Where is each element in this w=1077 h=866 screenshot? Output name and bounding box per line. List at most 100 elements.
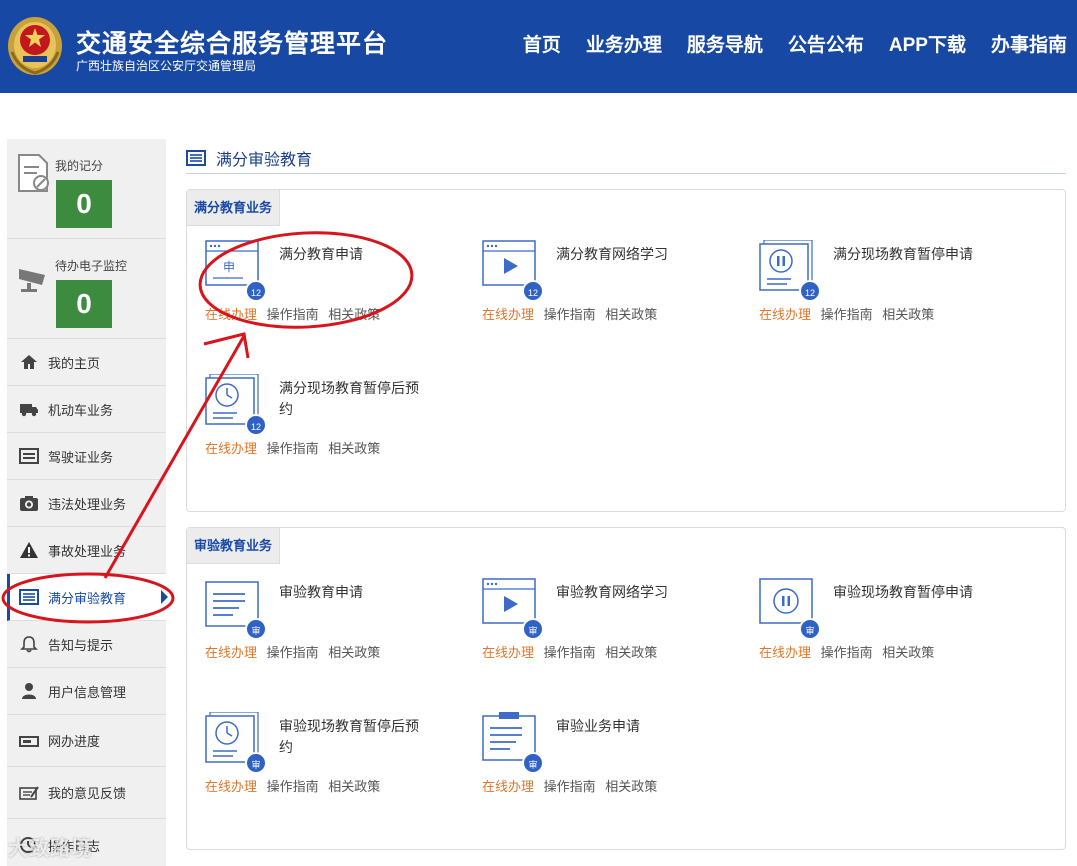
card-title[interactable]: 满分现场教育暂停后预约 — [279, 378, 429, 420]
sidebar-item-accident[interactable]: 事故处理业务 — [7, 527, 166, 574]
sidebar-item-user-info[interactable]: 用户信息管理 — [7, 668, 166, 715]
service-card[interactable]: 审 审验教育申请 在线办理 操作指南 相关政策 — [187, 578, 447, 668]
related-policy-link[interactable]: 相关政策 — [328, 779, 380, 794]
nav-procedure-guide[interactable]: 办事指南 — [991, 30, 1067, 57]
sidebar-item-label: 网办进度 — [48, 734, 101, 749]
card-title[interactable]: 审验业务申请 — [556, 716, 706, 737]
audit-badge: 审 — [245, 618, 267, 640]
warning-icon — [20, 542, 38, 558]
list-icon — [19, 589, 39, 605]
sidebar-item-label: 事故处理业务 — [48, 543, 127, 559]
card-title[interactable]: 满分教育网络学习 — [556, 244, 706, 265]
operation-guide-link[interactable]: 操作指南 — [267, 441, 319, 456]
audit-badge: 审 — [522, 618, 544, 640]
sidebar-item-home[interactable]: 我的主页 — [7, 339, 166, 386]
pending-monitor-widget[interactable]: 待办电子监控 0 — [7, 239, 166, 339]
service-card[interactable]: 审 审验教育网络学习 在线办理 操作指南 相关政策 — [464, 578, 724, 668]
online-handle-link[interactable]: 在线办理 — [759, 645, 811, 660]
score-document-icon — [18, 154, 49, 192]
sidebar-item-vehicle[interactable]: 机动车业务 — [7, 386, 166, 433]
online-handle-link[interactable]: 在线办理 — [205, 645, 257, 660]
card-links: 在线办理 操作指南 相关政策 — [205, 304, 386, 323]
top-header: 交通安全综合服务管理平台 广西壮族自治区公安厅交通管理局 首页 业务办理 服务导… — [0, 0, 1077, 93]
online-handle-link[interactable]: 在线办理 — [482, 307, 534, 322]
related-policy-link[interactable]: 相关政策 — [605, 307, 657, 322]
online-handle-link[interactable]: 在线办理 — [759, 307, 811, 322]
related-policy-link[interactable]: 相关政策 — [328, 441, 380, 456]
video-icon: 12 — [482, 240, 544, 302]
card-title[interactable]: 审验教育申请 — [279, 582, 429, 603]
card-links: 在线办理 操作指南 相关政策 — [482, 776, 663, 795]
card-icon — [19, 448, 39, 464]
nav-announcements[interactable]: 公告公布 — [788, 30, 864, 57]
operation-guide-link[interactable]: 操作指南 — [544, 645, 596, 660]
online-handle-link[interactable]: 在线办理 — [482, 645, 534, 660]
sidebar-item-label: 机动车业务 — [48, 402, 114, 418]
card-title[interactable]: 满分现场教育暂停申请 — [833, 244, 983, 265]
sidebar-item-label: 我的意见反馈 — [48, 786, 127, 801]
badge-12: 12 — [799, 280, 821, 302]
operation-guide-link[interactable]: 操作指南 — [821, 645, 873, 660]
panel-title: 满分教育业务 — [187, 190, 281, 226]
card-links: 在线办理 操作指南 相关政策 — [205, 776, 386, 795]
service-card[interactable]: 12 满分教育网络学习 在线办理 操作指南 相关政策 — [464, 240, 724, 330]
sidebar-item-full-score-education[interactable]: 满分审验教育 — [7, 574, 168, 621]
service-card[interactable]: 审 审验现场教育暂停申请 在线办理 操作指南 相关政策 — [741, 578, 1001, 668]
sidebar-item-label: 驾驶证业务 — [48, 449, 114, 465]
clipboard-icon: 审 — [482, 712, 544, 774]
nav-home[interactable]: 首页 — [523, 30, 561, 57]
card-links: 在线办理 操作指南 相关政策 — [759, 642, 940, 661]
related-policy-link[interactable]: 相关政策 — [328, 307, 380, 322]
service-card[interactable]: 12 满分现场教育暂停后预约 在线办理 操作指南 相关政策 — [187, 373, 447, 464]
document-icon: 审 — [205, 578, 267, 640]
card-title[interactable]: 审验教育网络学习 — [556, 582, 706, 603]
surveillance-camera-icon — [19, 269, 45, 292]
card-title[interactable]: 审验现场教育暂停申请 — [833, 582, 983, 603]
online-handle-link[interactable]: 在线办理 — [205, 441, 257, 456]
service-card[interactable]: 12 满分现场教育暂停申请 在线办理 操作指南 相关政策 — [741, 239, 1001, 330]
operation-guide-link[interactable]: 操作指南 — [544, 779, 596, 794]
online-handle-link[interactable]: 在线办理 — [482, 779, 534, 794]
watermark-text: 大致路境 — [8, 838, 92, 860]
user-icon — [22, 683, 36, 699]
sidebar-item-label: 满分审验教育 — [48, 590, 127, 606]
related-policy-link[interactable]: 相关政策 — [882, 645, 934, 660]
badge-12: 12 — [522, 280, 544, 302]
card-title[interactable]: 审验现场教育暂停后预约 — [279, 716, 429, 758]
badge-12: 12 — [245, 280, 267, 302]
nav-business[interactable]: 业务办理 — [586, 30, 662, 57]
operation-guide-link[interactable]: 操作指南 — [544, 307, 596, 322]
service-card[interactable]: 审 审验现场教育暂停后预约 在线办理 操作指南 相关政策 — [187, 711, 447, 802]
my-score-value: 0 — [56, 180, 112, 228]
service-card[interactable]: 申 12 满分教育申请 在线办理 操作指南 相关政策 — [187, 240, 447, 330]
operation-guide-link[interactable]: 操作指南 — [821, 307, 873, 322]
sidebar-item-violation[interactable]: 违法处理业务 — [7, 480, 166, 527]
operation-guide-link[interactable]: 操作指南 — [267, 779, 319, 794]
operation-guide-link[interactable]: 操作指南 — [267, 307, 319, 322]
main-nav: 首页 业务办理 服务导航 公告公布 APP下载 办事指南 — [523, 30, 1067, 57]
sidebar-item-feedback[interactable]: 我的意见反馈 — [7, 767, 166, 819]
apply-icon: 申 12 — [205, 240, 267, 302]
online-handle-link[interactable]: 在线办理 — [205, 307, 257, 322]
operation-guide-link[interactable]: 操作指南 — [267, 645, 319, 660]
related-policy-link[interactable]: 相关政策 — [605, 645, 657, 660]
related-policy-link[interactable]: 相关政策 — [328, 645, 380, 660]
audit-badge: 审 — [245, 752, 267, 774]
service-card[interactable]: 审 审验业务申请 在线办理 操作指南 相关政策 — [464, 712, 724, 802]
sidebar-item-license[interactable]: 驾驶证业务 — [7, 433, 166, 480]
progress-icon — [19, 735, 39, 747]
card-title[interactable]: 满分教育申请 — [279, 244, 429, 265]
related-policy-link[interactable]: 相关政策 — [882, 307, 934, 322]
bell-icon — [20, 636, 38, 653]
sidebar-item-notices[interactable]: 告知与提示 — [7, 621, 166, 668]
card-links: 在线办理 操作指南 相关政策 — [482, 642, 663, 661]
online-handle-link[interactable]: 在线办理 — [205, 779, 257, 794]
my-score-widget[interactable]: 我的记分 0 — [7, 139, 166, 239]
related-policy-link[interactable]: 相关政策 — [605, 779, 657, 794]
nav-service-guide[interactable]: 服务导航 — [687, 30, 763, 57]
audit-education-panel: 审验教育业务 审 审验教育申请 在线办理 操作指南 相关政策 审 审验教育网络学… — [186, 527, 1066, 850]
card-links: 在线办理 操作指南 相关政策 — [482, 304, 663, 323]
full-score-education-panel: 满分教育业务 申 12 满分教育申请 在线办理 操作指南 相关政策 12 满分教… — [186, 189, 1066, 512]
sidebar-item-progress[interactable]: 网办进度 — [7, 715, 166, 767]
nav-app-download[interactable]: APP下载 — [889, 30, 966, 57]
